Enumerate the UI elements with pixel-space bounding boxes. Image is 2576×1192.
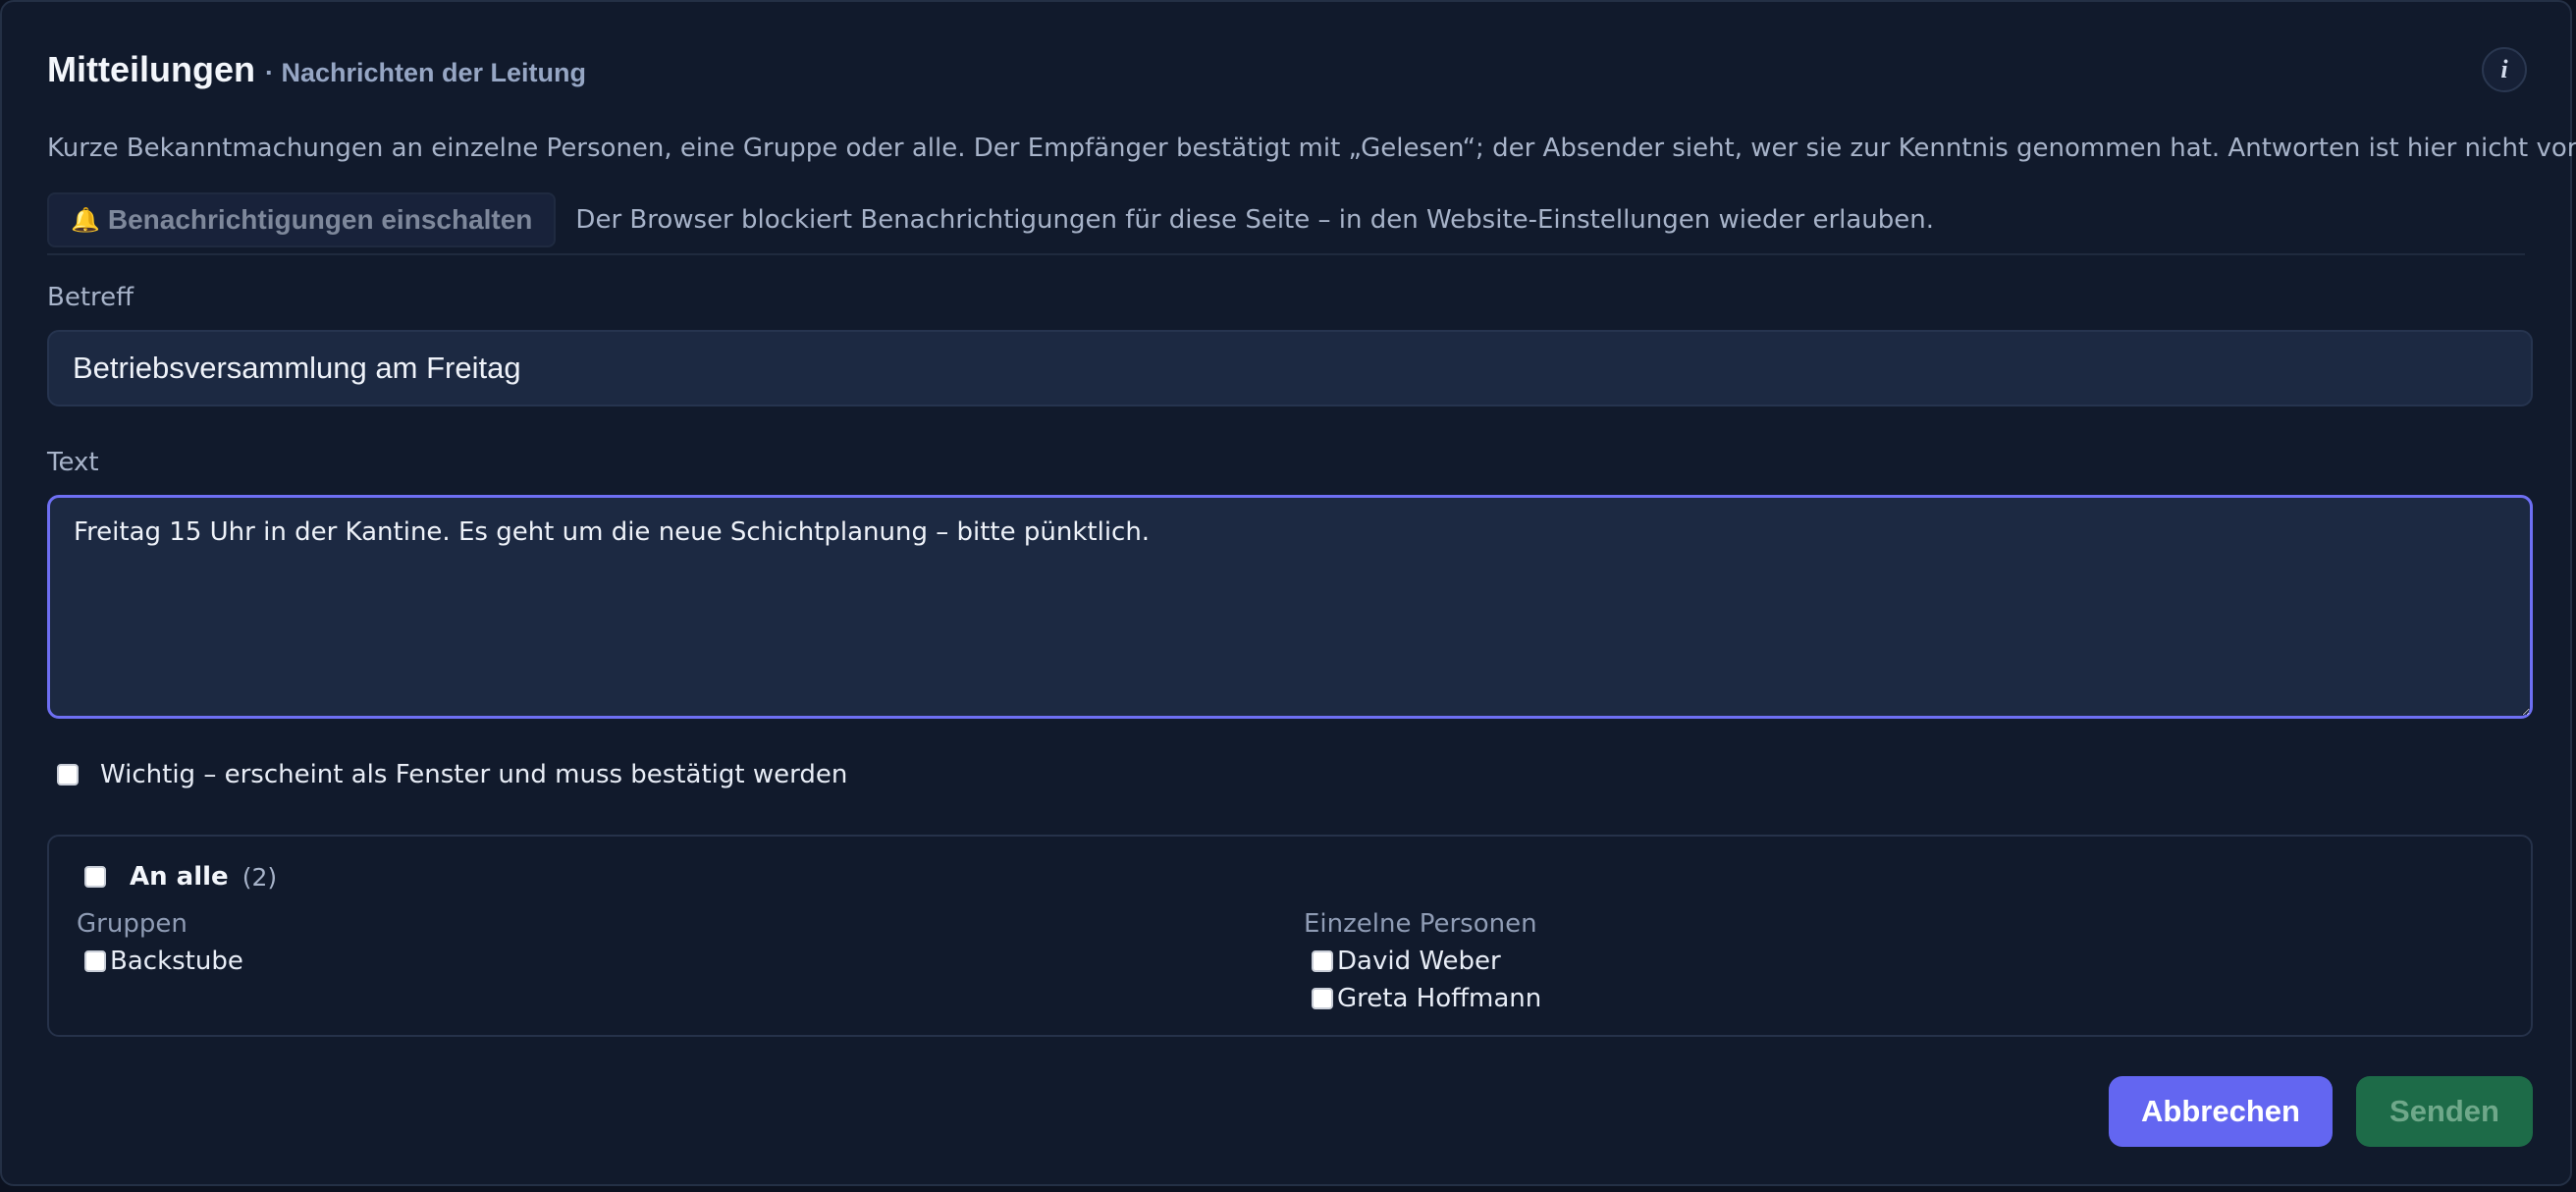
persons-title: Einzelne Personen <box>1304 909 1537 939</box>
bell-icon: 🔔 <box>71 206 100 234</box>
dialog-subtitle: · Nachrichten der Leitung <box>264 58 587 87</box>
message-textarea[interactable]: Freitag 15 Uhr in der Kantine. Es geht u… <box>47 495 2533 719</box>
subject-input[interactable] <box>47 330 2533 406</box>
enable-notifications-button[interactable]: 🔔 Benachrichtigungen einschalten <box>47 192 557 247</box>
send-button[interactable]: Senden <box>2356 1076 2533 1147</box>
all-recipients-checkbox[interactable] <box>84 866 106 888</box>
group-checkbox-backstube[interactable] <box>84 950 106 972</box>
enable-notifications-label: Benachrichtigungen einschalten <box>107 204 533 235</box>
info-icon[interactable]: i <box>2482 47 2527 92</box>
group-label: Backstube <box>110 947 243 976</box>
dialog-title: Mitteilungen <box>47 49 255 89</box>
person-option: David Weber <box>1304 943 1541 980</box>
person-option: Greta Hoffmann <box>1304 980 1541 1017</box>
important-label: Wichtig – erscheint als Fenster und muss… <box>100 760 848 789</box>
person-checkbox-david-weber[interactable] <box>1312 950 1333 972</box>
person-label: Greta Hoffmann <box>1337 984 1542 1013</box>
group-option: Backstube <box>77 943 243 980</box>
person-checkbox-greta-hoffmann[interactable] <box>1312 988 1333 1009</box>
all-recipients-option: An alle (2) <box>84 862 277 892</box>
intro-text: Kurze Bekanntmachungen an einzelne Perso… <box>47 134 2576 163</box>
divider <box>47 253 2525 255</box>
cancel-button[interactable]: Abbrechen <box>2109 1076 2333 1147</box>
notifications-blocked-note: Der Browser blockiert Benachrichtigungen… <box>575 205 1935 235</box>
groups-column: Gruppen Backstube <box>77 909 243 980</box>
messages-dialog: Mitteilungen · Nachrichten der Leitung i… <box>0 0 2576 1186</box>
recipients-panel: An alle (2) Gruppen Backstube Einzelne P… <box>47 835 2533 1037</box>
important-checkbox[interactable] <box>57 764 79 786</box>
groups-title: Gruppen <box>77 909 188 939</box>
subject-label: Betreff <box>47 283 134 312</box>
notification-row: 🔔 Benachrichtigungen einschalten Der Bro… <box>47 192 1934 247</box>
persons-column: Einzelne Personen David Weber Greta Hoff… <box>1304 909 1541 1017</box>
all-recipients-label: An alle <box>130 862 229 892</box>
dialog-header: Mitteilungen · Nachrichten der Leitung <box>47 49 586 90</box>
all-recipients-count: (2) <box>242 862 278 892</box>
text-label: Text <box>47 448 99 477</box>
person-label: David Weber <box>1337 947 1501 976</box>
important-option: Wichtig – erscheint als Fenster und muss… <box>57 760 847 789</box>
